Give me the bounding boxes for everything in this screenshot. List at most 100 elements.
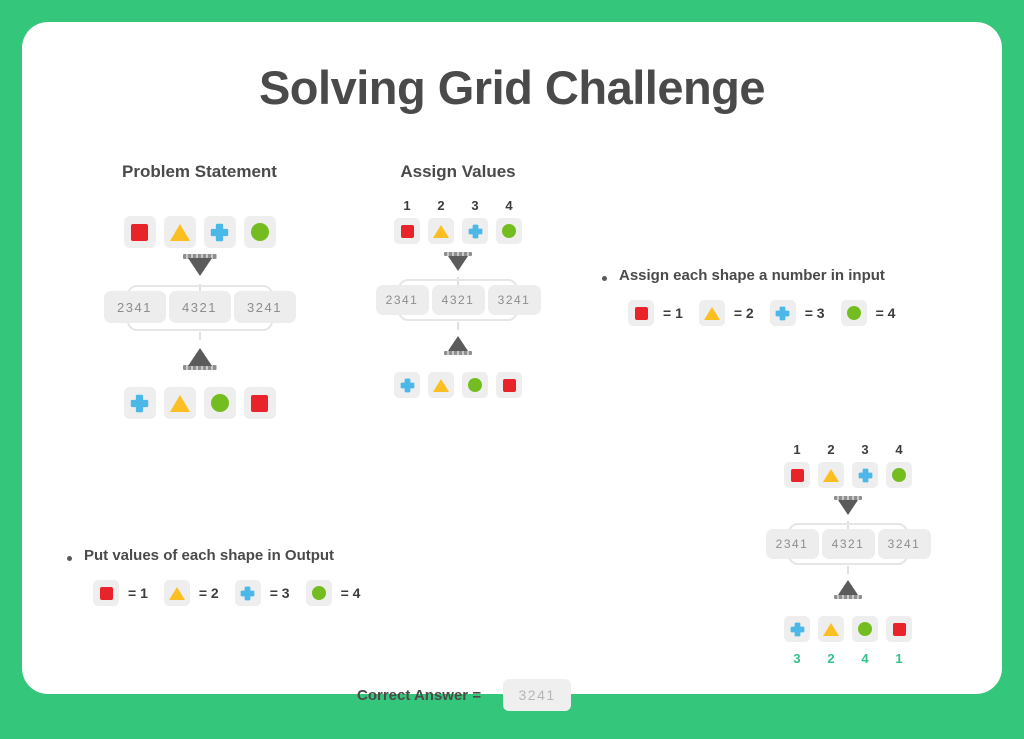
av-output-tile-square[interactable] [496, 372, 522, 398]
av-input-tile-circle[interactable] [496, 218, 522, 244]
legend-eq-cross: = 3 [269, 585, 290, 601]
bullet-output-block: Put values of each shape in Output = 1 =… [67, 547, 457, 606]
sol-output-tile-square[interactable] [886, 616, 912, 642]
av-input-tile-triangle[interactable] [428, 218, 454, 244]
av-value-box-0[interactable]: 2341 [375, 285, 429, 315]
bullet-assign-legend: = 1 = 2 = 3 = 4 [628, 300, 992, 326]
funnel-cone [187, 348, 212, 366]
legend-eq-square: = 1 [128, 585, 148, 601]
sol-value-box-1[interactable]: 4321 [821, 529, 875, 559]
sol-value-box-2[interactable]: 3241 [877, 529, 931, 559]
legend-tile-square[interactable] [628, 300, 654, 326]
funnel-cone [838, 580, 858, 595]
legend-tile-circle[interactable] [840, 300, 867, 326]
legend-tile-triangle[interactable] [163, 580, 190, 606]
solution-panel: 1 2 3 4 2341 4321 3241 3 2 4 1 [748, 442, 948, 666]
av-number-0: 1 [403, 198, 411, 213]
circle-icon [846, 306, 861, 320]
av-number-2: 3 [471, 198, 479, 213]
ps-input-tile-square[interactable] [123, 216, 156, 248]
ps-input-tile-cross[interactable] [203, 216, 236, 248]
cross-icon [468, 224, 482, 238]
sol-output-number-0: 3 [793, 651, 801, 666]
bullet-output-legend: = 1 = 2 = 3 = 4 [93, 580, 457, 606]
legend-tile-cross[interactable] [234, 580, 261, 606]
ps-values-band: 2341 4321 3241 [77, 285, 322, 331]
sol-output-number-2: 4 [861, 651, 869, 666]
funnel-down-icon [182, 254, 217, 284]
square-icon [502, 378, 516, 392]
ps-input-tile-triangle[interactable] [163, 216, 196, 248]
sol-output-tile-circle[interactable] [852, 616, 878, 642]
legend-pair-square: = 1 [628, 300, 683, 326]
sol-input-tile-cross[interactable] [852, 462, 878, 488]
ps-input-row [77, 216, 322, 248]
av-values-band: 2341 4321 3241 [358, 279, 558, 321]
square-icon [892, 622, 906, 636]
cross-icon [400, 378, 414, 392]
av-output-tile-cross[interactable] [394, 372, 420, 398]
correct-answer-value[interactable]: 3241 [503, 679, 572, 711]
ps-output-tile-triangle[interactable] [163, 387, 196, 419]
funnel-down-icon [834, 496, 862, 521]
av-value-boxes: 2341 4321 3241 [358, 285, 558, 315]
sol-output-number-3: 1 [895, 651, 903, 666]
circle-icon [468, 378, 482, 392]
ps-value-box-1[interactable]: 4321 [168, 291, 231, 323]
triangle-icon [169, 394, 190, 412]
square-icon [131, 223, 148, 241]
sol-input-tile-triangle[interactable] [818, 462, 844, 488]
sol-number-0: 1 [793, 442, 801, 457]
sol-value-box-0[interactable]: 2341 [765, 529, 819, 559]
legend-tile-triangle[interactable] [698, 300, 725, 326]
ps-output-row [77, 387, 322, 419]
problem-statement-heading: Problem Statement [122, 162, 277, 181]
sol-input-tile-circle[interactable] [886, 462, 912, 488]
ps-stem-bottom [198, 332, 201, 340]
funnel-down-icon [444, 252, 472, 277]
legend-eq-cross: = 3 [804, 305, 825, 321]
triangle-icon [433, 378, 449, 392]
bullet-dot-icon [67, 556, 72, 561]
av-input-tile-square[interactable] [394, 218, 420, 244]
funnel-cone [448, 336, 468, 351]
av-value-box-1[interactable]: 4321 [431, 285, 485, 315]
av-stem-bottom [457, 322, 459, 330]
ps-output-tile-cross[interactable] [123, 387, 156, 419]
av-number-row: 1 2 3 4 [358, 198, 558, 213]
sol-output-tile-triangle[interactable] [818, 616, 844, 642]
ps-value-box-2[interactable]: 3241 [233, 291, 296, 323]
sol-value-boxes: 2341 4321 3241 [748, 529, 948, 559]
cross-icon [858, 468, 872, 482]
av-output-tile-circle[interactable] [462, 372, 488, 398]
page-title: Solving Grid Challenge [258, 61, 766, 114]
circle-icon [250, 223, 269, 241]
av-output-tile-triangle[interactable] [428, 372, 454, 398]
sol-input-tile-square[interactable] [784, 462, 810, 488]
sol-funnel-bottom-group [748, 566, 948, 599]
ps-input-tile-circle[interactable] [243, 216, 276, 248]
av-value-box-2[interactable]: 3241 [487, 285, 541, 315]
bullet-output-text: Put values of each shape in Output [84, 547, 335, 564]
ps-value-box-0[interactable]: 2341 [103, 291, 166, 323]
av-number-3: 4 [505, 198, 513, 213]
sol-number-1: 2 [827, 442, 835, 457]
cross-icon [240, 586, 255, 600]
sol-output-tile-cross[interactable] [784, 616, 810, 642]
ps-output-tile-circle[interactable] [203, 387, 236, 419]
ps-output-tile-square[interactable] [243, 387, 276, 419]
legend-tile-cross[interactable] [769, 300, 796, 326]
bullet-output: Put values of each shape in Output [67, 547, 457, 564]
bullet-assign-text: Assign each shape a number in input [619, 267, 885, 284]
triangle-icon [823, 622, 839, 636]
correct-answer-label: Correct Answer = [357, 686, 482, 704]
av-input-tile-cross[interactable] [462, 218, 488, 244]
av-input-row [358, 218, 558, 244]
legend-tile-square[interactable] [93, 580, 119, 606]
circle-icon [892, 468, 906, 482]
legend-eq-triangle: = 2 [733, 305, 754, 321]
legend-pair-square: = 1 [93, 580, 148, 606]
cross-icon [130, 394, 149, 412]
legend-tile-circle[interactable] [305, 580, 332, 606]
funnel-cone [838, 500, 858, 515]
